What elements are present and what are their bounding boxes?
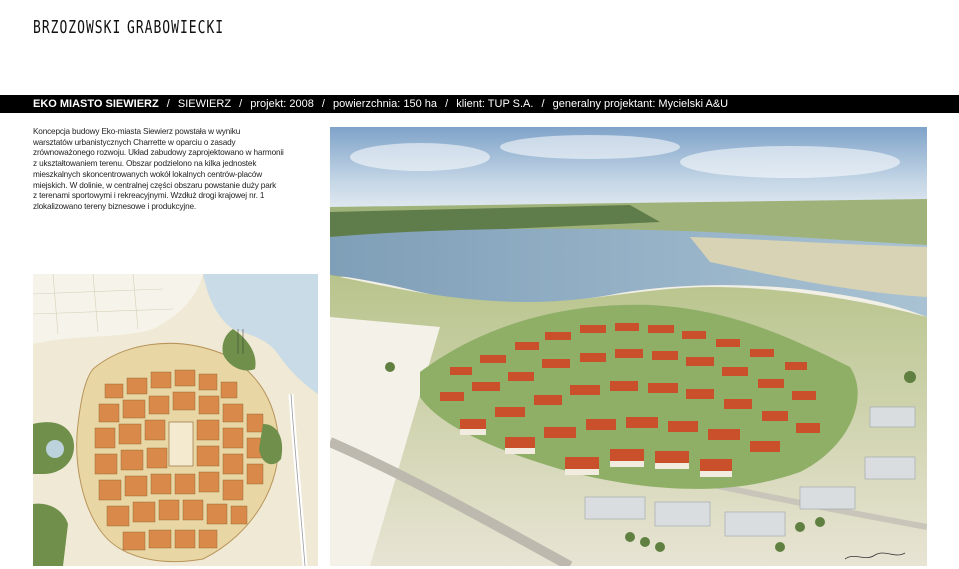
description-line: warsztatów urbanistycznych Charrette w o… — [33, 137, 236, 147]
description-line: z ukształtowaniem terenu. Obszar podziel… — [33, 159, 257, 169]
aerial-watercolor-image — [330, 127, 927, 566]
project-name: EKO MIASTO SIEWIERZ — [33, 98, 159, 110]
separator: / — [321, 98, 325, 110]
project-year: projekt: 2008 — [250, 98, 314, 110]
description-line: zrównoważonego rozwoju. Układ zabudowy z… — [33, 148, 284, 158]
separator: / — [445, 98, 449, 110]
project-client: klient: TUP S.A. — [456, 98, 534, 110]
description-line: mieszkalnych skoncentrowanych wokół loka… — [33, 169, 262, 179]
project-location: SIEWIERZ — [177, 98, 232, 110]
separator: / — [166, 98, 170, 110]
project-area: powierzchnia: 150 ha — [333, 98, 438, 110]
logo-right-word: GRABOWIECKI — [127, 18, 225, 39]
description-line: zlokalizowano tereny biznesowe i produkc… — [33, 201, 197, 211]
separator: / — [541, 98, 545, 110]
logo-left-word: BRZOZOWSKI — [33, 18, 122, 39]
logo: BRZOZOWSKI GRABOWIECKI — [33, 4, 223, 54]
project-designer: generalny projektant: Mycielski A&U — [552, 98, 729, 110]
description-line: z terenami sportowymi i rekreacyjnymi. W… — [33, 191, 265, 201]
project-header-band: EKO MIASTO SIEWIERZ / SIEWIERZ / projekt… — [0, 95, 959, 113]
project-description: Koncepcja budowy Eko-miasta Siewierz pow… — [33, 127, 284, 213]
separator: / — [239, 98, 243, 110]
description-line: Koncepcja budowy Eko-miasta Siewierz pow… — [33, 127, 241, 136]
site-plan-image — [33, 274, 318, 566]
description-line: miejskich. W dolinie, w centralnej częśc… — [33, 180, 277, 190]
